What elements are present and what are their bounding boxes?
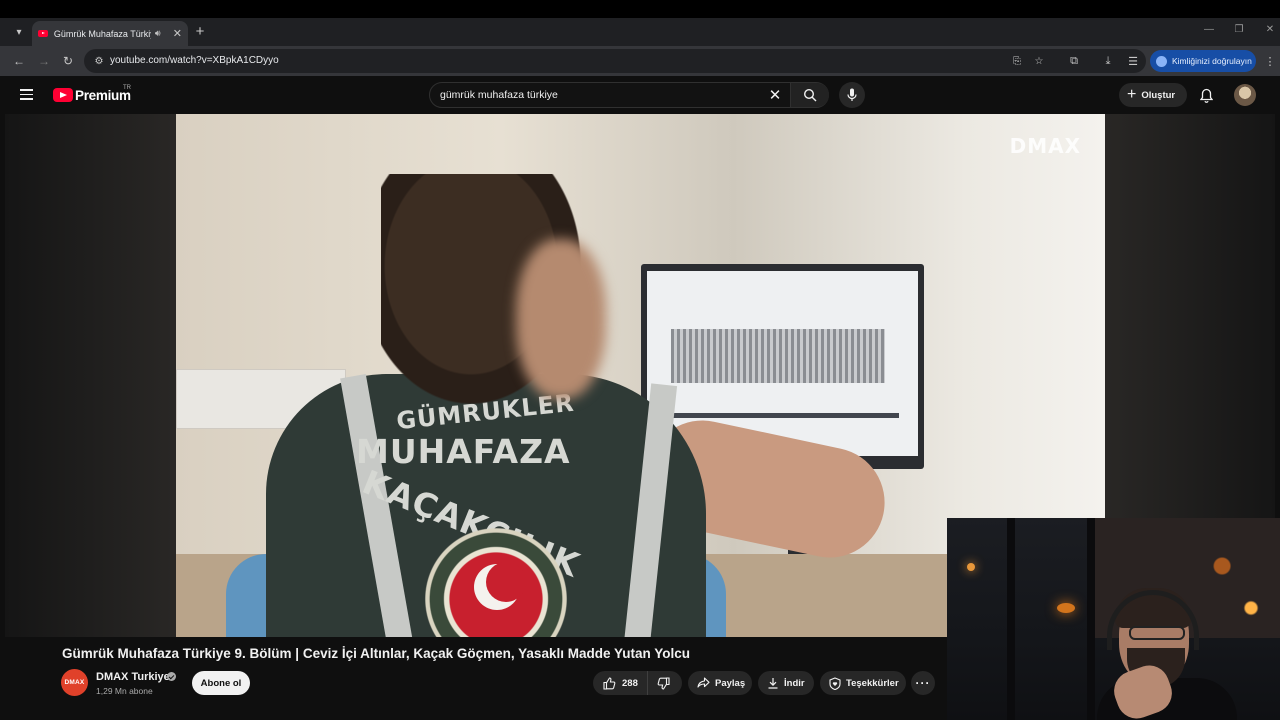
bookmark-star-icon[interactable]: ☆ — [1032, 54, 1046, 68]
browser-toolbar: ← → ↻ ⚙ youtube.com/watch?v=XBpkA1CDyyo … — [0, 46, 1280, 76]
like-dislike-group: 288 — [593, 671, 682, 695]
super-thanks-heart-icon — [829, 676, 841, 690]
vest-text-line2: MUHAFAZA — [356, 432, 571, 471]
video-title: Gümrük Muhafaza Türkiye 9. Bölüm | Ceviz… — [62, 646, 690, 661]
subscriber-count: 1,29 Mn abone — [96, 686, 153, 696]
webcam-city-light — [1057, 603, 1075, 613]
vest-reflective-stripe — [620, 383, 678, 637]
verified-check-icon — [167, 672, 176, 681]
download-arrow-icon — [768, 678, 778, 689]
more-actions-button[interactable]: ··· — [911, 671, 935, 695]
search-box: ✕ — [429, 82, 829, 108]
tab-title: Gümrük Muhafaza Türkiye — [53, 28, 151, 39]
close-window-icon[interactable]: ✕ — [1262, 24, 1278, 35]
channel-avatar[interactable]: DMAX — [61, 669, 88, 696]
install-app-icon[interactable]: ⎘ — [1010, 54, 1024, 68]
youtube-logo-icon[interactable] — [53, 88, 73, 102]
search-input[interactable] — [440, 89, 760, 101]
create-button[interactable]: + Oluştur — [1119, 83, 1187, 107]
youtube-favicon-icon — [38, 30, 48, 37]
dislike-button[interactable] — [649, 671, 682, 695]
tab-search-chevron-icon[interactable]: ▾ — [9, 22, 29, 42]
restore-window-icon[interactable]: ❐ — [1231, 24, 1247, 35]
microphone-icon — [847, 88, 857, 101]
channel-avatar-text: DMAX — [64, 679, 85, 686]
like-button[interactable]: 288 — [593, 671, 648, 695]
downloads-icon[interactable]: ⤓ — [1100, 53, 1116, 69]
forward-arrow-icon[interactable]: → — [35, 52, 53, 70]
subscribe-button[interactable]: Abone ol — [192, 671, 250, 695]
browser-tabbar: ▾ Gümrük Muhafaza Türkiye 🔊︎ ✕ + — ❐ ✕ — [0, 18, 1280, 46]
search-button[interactable] — [790, 83, 829, 107]
extensions-puzzle-icon[interactable]: ⧉ — [1066, 53, 1082, 69]
dmax-watermark: DMAX — [1009, 134, 1081, 158]
reload-icon[interactable]: ↻ — [59, 52, 77, 70]
webcam-overlay — [947, 518, 1280, 720]
site-info-icon[interactable]: ⚙ — [92, 54, 106, 68]
plus-icon: + — [1127, 86, 1137, 103]
download-button[interactable]: İndir — [758, 671, 814, 695]
like-count: 288 — [622, 677, 638, 689]
top-strip — [0, 0, 1280, 18]
share-button[interactable]: Paylaş — [688, 671, 752, 695]
speaker-icon[interactable]: 🔊︎ — [155, 28, 165, 39]
subscribe-label: Abone ol — [200, 677, 242, 689]
download-label: İndir — [784, 677, 805, 689]
thumbs-up-icon — [603, 676, 616, 690]
create-label: Oluştur — [1141, 89, 1176, 101]
account-avatar[interactable] — [1234, 84, 1256, 106]
browser-menu-icon[interactable]: ⋮ — [1262, 53, 1278, 69]
address-bar[interactable]: ⚙ youtube.com/watch?v=XBpkA1CDyyo ⎘ ☆ — [84, 49, 1146, 73]
profile-icon — [1156, 55, 1167, 67]
webcam-window-frame — [1007, 518, 1015, 720]
media-queue-icon[interactable]: ☰ — [1125, 53, 1141, 69]
minimize-window-icon[interactable]: — — [1201, 24, 1217, 35]
share-arrow-icon — [697, 677, 710, 688]
voice-search-button[interactable] — [839, 82, 865, 108]
scene-vest: GÜMRÜKLER MUHAFAZA KAÇAKÇILIK — [266, 374, 706, 637]
country-code: TR — [123, 85, 131, 91]
verify-identity-label: Kimliğinizi doğrulayın — [1172, 56, 1252, 66]
screen: ▾ Gümrük Muhafaza Türkiye 🔊︎ ✕ + — ❐ ✕ ←… — [0, 0, 1280, 720]
scene-officer: GÜMRÜKLER MUHAFAZA KAÇAKÇILIK — [206, 144, 895, 637]
browser-tab-active[interactable]: Gümrük Muhafaza Türkiye 🔊︎ ✕ — [32, 21, 188, 46]
back-arrow-icon[interactable]: ← — [10, 52, 28, 70]
new-tab-button[interactable]: + — [193, 23, 207, 41]
webcam-window-frame — [1087, 518, 1095, 720]
verify-identity-button[interactable]: Kimliğinizi doğrulayın — [1150, 50, 1256, 72]
webcam-city-light — [967, 563, 975, 571]
search-icon — [803, 88, 817, 102]
channel-name[interactable]: DMAX Turkiye — [96, 671, 170, 683]
share-label: Paylaş — [715, 677, 746, 689]
tab-close-icon[interactable]: ✕ — [173, 27, 182, 40]
scene-blurred-face — [516, 239, 606, 399]
thumbs-down-icon — [657, 676, 670, 690]
notifications-bell-icon[interactable] — [1197, 86, 1215, 104]
crescent-icon — [474, 562, 526, 610]
youtube-masthead: Premium TR ✕ + Oluştur — [5, 76, 1275, 114]
thanks-label: Teşekkürler — [846, 677, 899, 689]
hamburger-menu-icon[interactable] — [20, 86, 38, 104]
thanks-button[interactable]: Teşekkürler — [820, 671, 906, 695]
clear-search-icon[interactable]: ✕ — [766, 87, 784, 105]
url-text[interactable]: youtube.com/watch?v=XBpkA1CDyyo — [110, 55, 279, 66]
